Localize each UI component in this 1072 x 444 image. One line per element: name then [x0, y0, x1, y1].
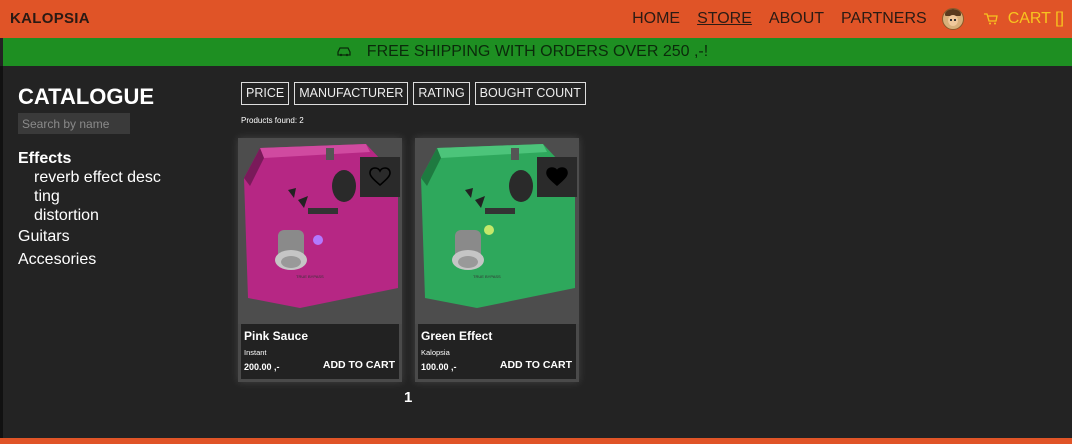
left-edge — [0, 66, 3, 438]
filter-bought-count-button[interactable]: BOUGHT COUNT — [474, 82, 586, 105]
brand-logo[interactable]: KALOPSIA — [10, 10, 90, 27]
user-avatar[interactable] — [941, 8, 964, 30]
nav-store[interactable]: STORE — [697, 10, 752, 28]
pagination-page-1[interactable]: 1 — [404, 389, 412, 406]
product-name[interactable]: Green Effect — [421, 329, 492, 343]
add-to-cart-button[interactable]: ADD TO CART — [500, 359, 572, 371]
heart-outline-icon — [369, 167, 391, 187]
category-guitars[interactable]: Guitars — [18, 225, 198, 248]
product-manufacturer: Instant — [244, 348, 267, 357]
nav-home[interactable]: HOME — [632, 10, 680, 28]
top-navbar: KALOPSIA HOME STORE ABOUT PARTNERS CART … — [0, 0, 1072, 38]
favorite-button[interactable] — [537, 157, 577, 197]
sort-filters: PRICE MANUFACTURER RATING BOUGHT COUNT — [241, 82, 591, 105]
cart-button[interactable]: CART [] — [983, 10, 1064, 28]
cart-label: CART [] — [1007, 10, 1064, 27]
subcategory-reverb[interactable]: reverb effect desc — [34, 168, 198, 187]
subcategory-ting[interactable]: ting — [34, 187, 198, 206]
filter-rating-button[interactable]: RATING — [413, 82, 470, 105]
catalogue-title: CATALOGUE — [18, 84, 155, 109]
subcategory-distortion[interactable]: distortion — [34, 206, 198, 225]
heart-filled-icon — [546, 167, 568, 187]
category-accesories[interactable]: Accesories — [18, 248, 198, 271]
product-manufacturer: Kalopsia — [421, 348, 450, 357]
product-info: Green Effect Kalopsia 100.00 ,- ADD TO C… — [418, 324, 576, 379]
favorite-button[interactable] — [360, 157, 400, 197]
product-name[interactable]: Pink Sauce — [244, 329, 308, 343]
add-to-cart-button[interactable]: ADD TO CART — [323, 359, 395, 371]
filter-manufacturer-button[interactable]: MANUFACTURER — [294, 82, 409, 105]
product-info: Pink Sauce Instant 200.00 ,- ADD TO CART — [241, 324, 399, 379]
svg-text:TRUE BYPASS: TRUE BYPASS — [296, 274, 324, 279]
product-price: 100.00 ,- — [421, 362, 457, 372]
shipping-banner: FREE SHIPPING WITH ORDERS OVER 250 ,-! — [3, 38, 1072, 66]
category-effects[interactable]: Effects — [18, 150, 198, 168]
nav-partners[interactable]: PARTNERS — [841, 10, 927, 28]
nav-menu: HOME STORE ABOUT PARTNERS CART [] — [615, 0, 1072, 38]
search-input[interactable] — [18, 113, 130, 134]
svg-text:TRUE BYPASS: TRUE BYPASS — [473, 274, 501, 279]
nav-about[interactable]: ABOUT — [769, 10, 824, 28]
cart-icon — [983, 13, 998, 25]
product-price: 200.00 ,- — [244, 362, 280, 372]
product-card[interactable]: TRUE BYPASS Green Effect Kalopsia 100.00… — [415, 138, 579, 382]
bottom-bar — [0, 438, 1072, 444]
shipping-text: FREE SHIPPING WITH ORDERS OVER 250 ,-! — [366, 43, 709, 60]
product-card[interactable]: TRUE BYPASS Pink Sauce Instant 200.00 ,-… — [238, 138, 402, 382]
products-found-count: Products found: 2 — [241, 116, 304, 125]
catalogue-sidebar: CATALOGUE Effects reverb effect desc tin… — [18, 84, 198, 271]
filter-price-button[interactable]: PRICE — [241, 82, 290, 105]
car-icon — [337, 47, 351, 57]
